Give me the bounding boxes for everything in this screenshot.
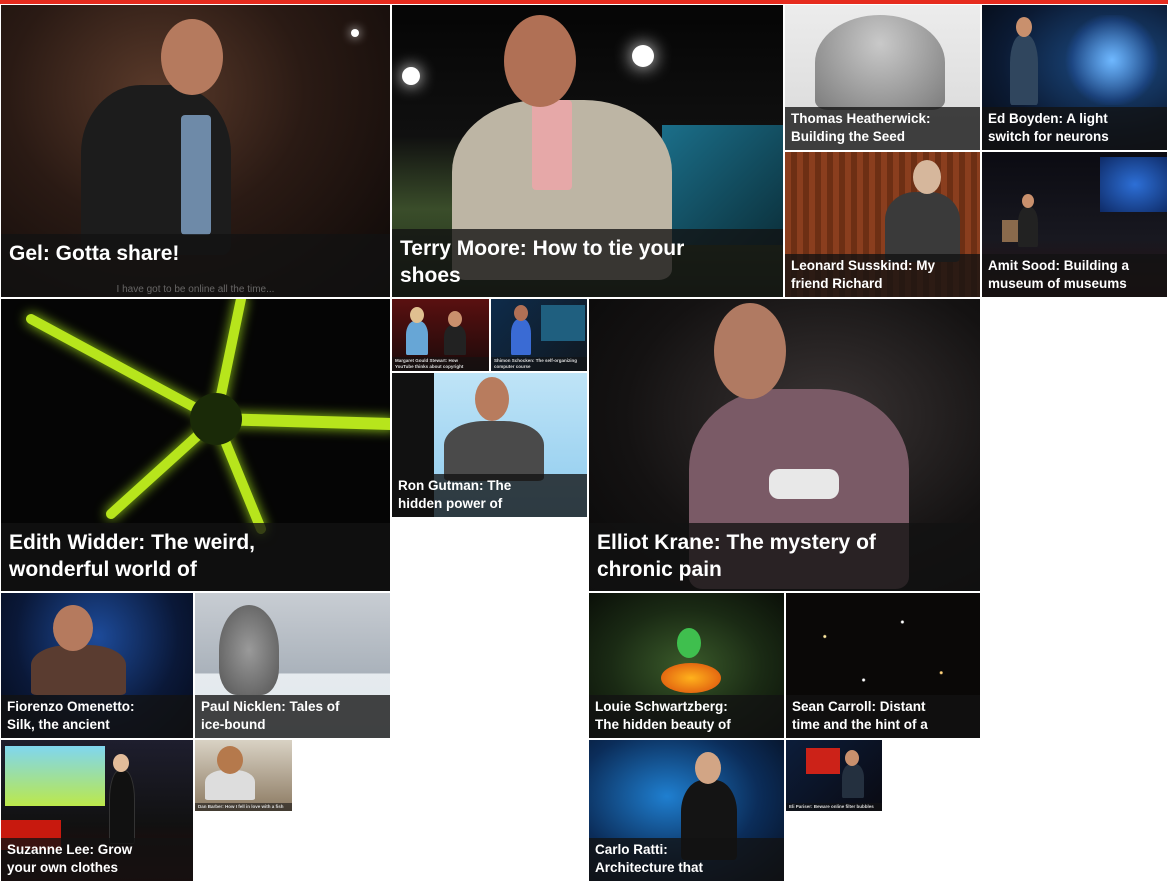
talk-title: Margaret Gould Stewart: How YouTube thin… — [392, 357, 489, 371]
talk-tile-gel[interactable]: Gel: Gotta share! I have got to be onlin… — [0, 4, 391, 298]
talk-tile-small-2[interactable]: Shimon Schocken: The self-organizing com… — [490, 298, 588, 372]
talk-title: Ron Gutman: The hidden power of — [392, 474, 587, 517]
talks-mosaic-grid: Gel: Gotta share! I have got to be onlin… — [0, 0, 1168, 882]
talk-tile-leonard-susskind[interactable]: Leonard Susskind: My friend Richard — [784, 151, 981, 298]
talk-title: Suzanne Lee: Grow your own clothes — [1, 838, 193, 881]
talk-title: Amit Sood: Building a museum of museums — [982, 254, 1167, 297]
talk-tile-sean-carroll[interactable]: Sean Carroll: Distant time and the hint … — [785, 592, 981, 739]
talk-tile-ed-boyden[interactable]: Ed Boyden: A light switch for neurons — [981, 4, 1168, 151]
talk-tile-small-3[interactable]: Dan Barber: How I fell in love with a fi… — [194, 739, 293, 812]
talk-tile-suzanne-lee[interactable]: Suzanne Lee: Grow your own clothes — [0, 739, 194, 882]
talk-tile-small-4[interactable]: Eli Pariser: Beware online filter bubble… — [785, 739, 883, 812]
talk-title: Leonard Susskind: My friend Richard — [785, 254, 980, 297]
talk-title: Eli Pariser: Beware online filter bubble… — [786, 803, 882, 811]
talk-title: Fiorenzo Omenetto: Silk, the ancient — [1, 695, 193, 738]
talk-tile-elliot-krane[interactable]: Elliot Krane: The mystery of chronic pai… — [588, 298, 981, 592]
talk-title: Sean Carroll: Distant time and the hint … — [786, 695, 980, 738]
video-subtitle: I have got to be online all the time... — [116, 284, 275, 295]
talk-title: Carlo Ratti: Architecture that — [589, 838, 784, 881]
talk-title: Dan Barber: How I fell in love with a fi… — [195, 803, 292, 811]
talk-tile-thomas-heatherwick[interactable]: Thomas Heatherwick: Building the Seed — [784, 4, 981, 151]
talk-tile-fiorenzo-omenetto[interactable]: Fiorenzo Omenetto: Silk, the ancient — [0, 592, 194, 739]
talk-title: Thomas Heatherwick: Building the Seed — [785, 107, 980, 150]
talk-tile-paul-nicklen[interactable]: Paul Nicklen: Tales of ice-bound — [194, 592, 391, 739]
talk-tile-carlo-ratti[interactable]: Carlo Ratti: Architecture that — [588, 739, 785, 882]
talk-title: Elliot Krane: The mystery of chronic pai… — [589, 523, 980, 591]
talk-title: Paul Nicklen: Tales of ice-bound — [195, 695, 390, 738]
talk-tile-terry-moore[interactable]: Terry Moore: How to tie your shoes — [391, 4, 784, 298]
talk-tile-amit-sood[interactable]: Amit Sood: Building a museum of museums — [981, 151, 1168, 298]
talk-title: Shimon Schocken: The self-organizing com… — [491, 357, 587, 371]
talk-title: Terry Moore: How to tie your shoes — [392, 229, 783, 297]
talk-tile-ron-gutman[interactable]: Ron Gutman: The hidden power of — [391, 372, 588, 518]
talk-title: Ed Boyden: A light switch for neurons — [982, 107, 1167, 150]
talk-title: Edith Widder: The weird, wonderful world… — [1, 523, 390, 591]
talk-tile-small-1[interactable]: Margaret Gould Stewart: How YouTube thin… — [391, 298, 490, 372]
talk-title: Louie Schwartzberg: The hidden beauty of — [589, 695, 784, 738]
talk-tile-edith-widder[interactable]: Edith Widder: The weird, wonderful world… — [0, 298, 391, 592]
talk-tile-louie-schwartzberg[interactable]: Louie Schwartzberg: The hidden beauty of — [588, 592, 785, 739]
